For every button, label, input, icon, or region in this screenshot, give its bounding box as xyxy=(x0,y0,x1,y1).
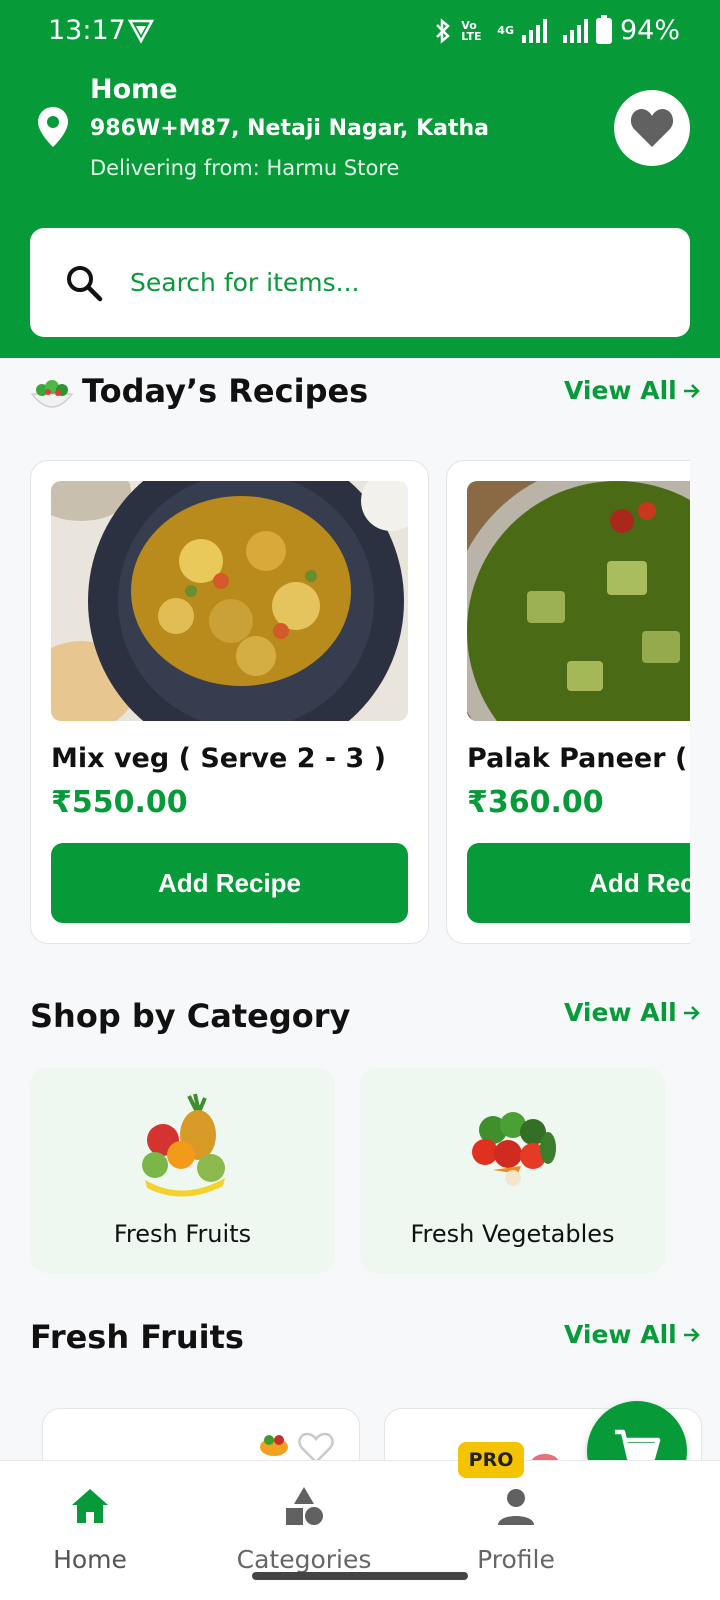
fresh-fruits-view-all[interactable]: View All xyxy=(564,1320,701,1349)
category-label: Fresh Vegetables xyxy=(410,1220,615,1248)
search-input[interactable]: Search for items... xyxy=(130,268,360,297)
delivering-store: Delivering from: Harmu Store xyxy=(90,156,400,180)
category-label: Fresh Fruits xyxy=(113,1220,252,1248)
nav-profile[interactable]: Profile xyxy=(426,1485,606,1574)
battery-icon xyxy=(595,14,612,44)
nav-home[interactable]: Home xyxy=(0,1485,180,1574)
recipes-view-all[interactable]: View All xyxy=(564,376,701,405)
recipes-section-title: Today’s Recipes xyxy=(82,372,369,410)
search-icon xyxy=(67,265,103,301)
category-view-all-label: View All xyxy=(564,998,677,1027)
category-card-fruits[interactable]: Fresh Fruits xyxy=(30,1068,335,1273)
fresh-fruits-section-title: Fresh Fruits xyxy=(30,1318,244,1356)
wishlist-button[interactable] xyxy=(614,90,690,166)
header: 13:17 Vo LTE 4G 94% Home 986W+M87, Netaj… xyxy=(0,0,720,358)
nav-categories[interactable]: Categories xyxy=(214,1485,394,1574)
signal-icon xyxy=(521,18,547,43)
recipes-view-all-label: View All xyxy=(564,376,677,405)
gesture-home-indicator[interactable] xyxy=(252,1572,468,1580)
recipe-card[interactable]: Palak Paneer ( S ₹360.00 Add Reci xyxy=(446,460,690,944)
pro-badge[interactable]: PRO xyxy=(458,1442,524,1478)
nav-profile-label: Profile xyxy=(477,1545,555,1574)
fruits-image xyxy=(141,1093,225,1197)
net-label: 4G xyxy=(497,24,514,37)
status-time: 13:17 xyxy=(48,15,126,46)
category-section-title: Shop by Category xyxy=(30,997,351,1035)
categories-icon xyxy=(286,1487,323,1525)
recipe-image-palak-paneer[interactable] xyxy=(467,481,690,721)
fresh-logo-icon xyxy=(260,1435,288,1456)
heart-icon xyxy=(630,109,674,147)
arrow-right-icon xyxy=(683,1327,700,1342)
profile-icon xyxy=(498,1489,534,1525)
search-bar[interactable]: Search for items... xyxy=(30,228,690,337)
home-icon xyxy=(72,1489,108,1523)
arrow-right-icon xyxy=(683,1005,700,1020)
volte-label: Vo LTE xyxy=(461,18,482,43)
add-recipe-button[interactable]: Add Recipe xyxy=(51,843,408,923)
recipe-price: ₹360.00 xyxy=(467,785,604,820)
recipes-carousel[interactable]: Mix veg ( Serve 2 - 3 ) ₹550.00 Add Reci… xyxy=(30,460,690,946)
bluetooth-icon xyxy=(436,17,451,44)
category-view-all[interactable]: View All xyxy=(564,998,701,1027)
recipe-price: ₹550.00 xyxy=(51,785,188,820)
add-recipe-button[interactable]: Add Reci xyxy=(467,843,690,923)
nav-home-label: Home xyxy=(53,1545,127,1574)
location-address[interactable]: 986W+M87, Netaji Nagar, Katha... xyxy=(90,116,490,141)
recipe-card[interactable]: Mix veg ( Serve 2 - 3 ) ₹550.00 Add Reci… xyxy=(30,460,429,944)
arrow-right-icon xyxy=(683,383,700,398)
status-icons: Vo LTE 4G 94% xyxy=(433,14,680,46)
location-title[interactable]: Home xyxy=(90,74,178,105)
recipe-name: Mix veg ( Serve 2 - 3 ) xyxy=(51,743,387,774)
signal-icon-2 xyxy=(562,18,588,43)
battery-level: 94% xyxy=(619,15,680,46)
status-bar: 13:17 Vo LTE 4G 94% xyxy=(0,0,720,64)
vegetables-image xyxy=(471,1112,556,1186)
recipe-image-mix-veg[interactable] xyxy=(51,481,408,721)
salad-icon xyxy=(30,380,74,408)
recipe-name: Palak Paneer ( S xyxy=(467,743,690,774)
location-pin-icon xyxy=(38,107,68,147)
fresh-fruits-view-all-label: View All xyxy=(564,1320,677,1349)
nav-categories-label: Categories xyxy=(236,1545,372,1574)
vpn-icon xyxy=(128,19,154,44)
category-card-vegetables[interactable]: Fresh Vegetables xyxy=(360,1068,665,1273)
